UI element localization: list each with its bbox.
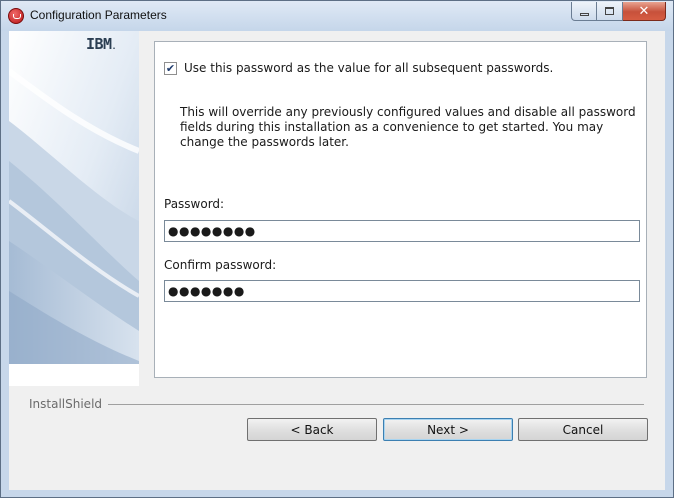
dialog-client-area: IBM. ✔ Use this password as the value fo… [9, 31, 665, 490]
title-bar[interactable]: Configuration Parameters ✕ [1, 1, 673, 31]
password-field[interactable]: ●●●●●●●● [164, 220, 640, 242]
content-panel: ✔ Use this password as the value for all… [154, 41, 647, 378]
window-title: Configuration Parameters [30, 8, 167, 22]
info-line-1: This will override any previously config… [180, 105, 636, 119]
brand-divider [29, 404, 644, 405]
password-label: Password: [164, 197, 225, 211]
back-button[interactable]: < Back [247, 418, 377, 441]
close-button[interactable]: ✕ [623, 2, 666, 21]
same-password-label[interactable]: Use this password as the value for all s… [184, 61, 553, 75]
info-text: This will override any previously config… [180, 105, 640, 150]
maximize-button[interactable] [597, 2, 623, 21]
caption-buttons: ✕ [571, 2, 666, 22]
info-line-3: change the passwords later. [180, 135, 349, 149]
same-password-option[interactable]: ✔ Use this password as the value for all… [164, 61, 553, 75]
minimize-button[interactable] [571, 2, 597, 21]
info-line-2: fields during this installation as a con… [180, 120, 604, 134]
same-password-checkbox[interactable]: ✔ [164, 61, 177, 75]
cancel-button[interactable]: Cancel [518, 418, 648, 441]
installer-app-icon [8, 8, 24, 24]
installshield-brand: InstallShield [29, 397, 109, 411]
installshield-brand-row: InstallShield [29, 397, 644, 411]
banner-graphic [9, 31, 139, 386]
close-icon: ✕ [638, 3, 650, 19]
confirm-password-label: Confirm password: [164, 258, 277, 272]
installer-window: Configuration Parameters ✕ IBM. ✔ Use th… [0, 0, 674, 498]
maximize-icon [605, 7, 614, 15]
next-button[interactable]: Next > [383, 418, 513, 441]
minimize-icon [579, 12, 589, 16]
ibm-logo: IBM. [86, 35, 116, 53]
checkmark-icon: ✔ [165, 61, 176, 75]
side-banner: IBM. [9, 31, 139, 386]
confirm-password-field[interactable]: ●●●●●●● [164, 280, 640, 302]
